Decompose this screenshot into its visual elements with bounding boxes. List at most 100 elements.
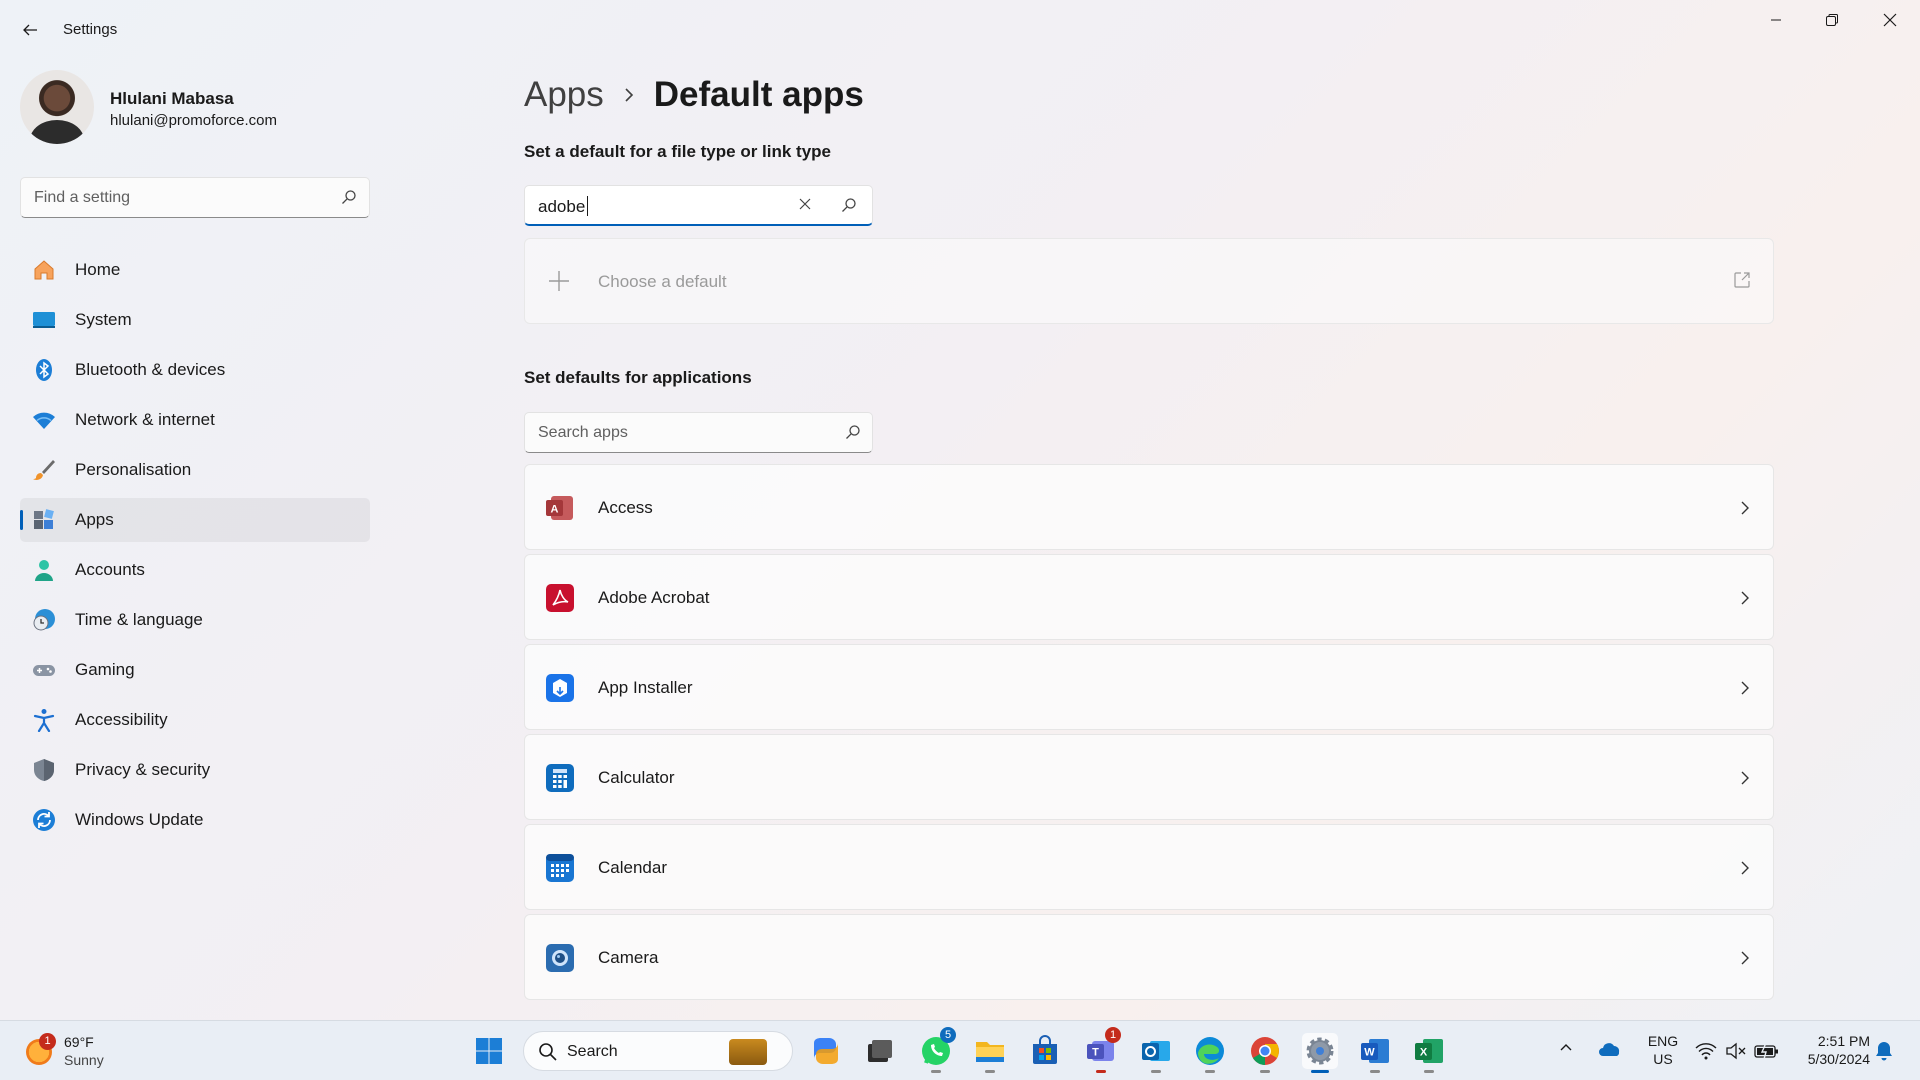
back-button[interactable]: [14, 16, 46, 44]
weather-temperature: 69°F: [64, 1034, 94, 1050]
minimize-button[interactable]: [1748, 0, 1804, 40]
store-icon: [1033, 1035, 1057, 1064]
app-list: A Access Adobe Acrobat App Installer Cal…: [524, 464, 1774, 1004]
sidebar-item-accessibility[interactable]: Accessibility: [20, 698, 370, 742]
window-title: Settings: [63, 21, 118, 38]
sidebar-item-accounts[interactable]: Accounts: [20, 548, 370, 592]
search-icon: [842, 198, 856, 212]
app-row-adobe-acrobat[interactable]: Adobe Acrobat: [524, 554, 1774, 640]
taskbar-edge[interactable]: [1192, 1033, 1228, 1073]
profile-name: Hlulani Mabasa: [110, 89, 234, 108]
taskbar-chrome[interactable]: [1247, 1033, 1283, 1073]
sidebar-item-label: Bluetooth & devices: [75, 360, 226, 379]
language-indicator[interactable]: ENG US: [1643, 1032, 1683, 1068]
sidebar-item-network[interactable]: Network & internet: [20, 398, 370, 442]
find-setting-input[interactable]: Find a setting: [20, 177, 370, 218]
briefcase-icon: [729, 1039, 767, 1065]
taskbar-store[interactable]: [1027, 1033, 1063, 1069]
app-row-label: Access: [598, 498, 653, 517]
taskbar-search[interactable]: Search: [523, 1031, 793, 1071]
taskbar-file-explorer[interactable]: [972, 1033, 1008, 1073]
calendar-icon: [546, 854, 574, 882]
app-row-label: Calculator: [598, 768, 675, 787]
open-external-icon: [1734, 272, 1750, 288]
sidebar-item-system[interactable]: System: [20, 298, 370, 342]
choose-default-label: Choose a default: [598, 272, 727, 291]
taskbar-teams[interactable]: T 1: [1083, 1027, 1121, 1073]
sidebar-item-apps[interactable]: Apps: [20, 498, 370, 542]
app-row-label: Calendar: [598, 858, 667, 877]
app-row-calculator[interactable]: Calculator: [524, 734, 1774, 820]
taskbar-outlook[interactable]: [1138, 1033, 1174, 1073]
close-icon: [1883, 13, 1897, 27]
taskbar-copilot[interactable]: [808, 1033, 844, 1069]
sidebar-item-label: Windows Update: [75, 810, 204, 829]
breadcrumb-parent[interactable]: Apps: [524, 75, 604, 115]
sidebar-item-label: System: [75, 310, 132, 329]
accessibility-icon: [33, 709, 55, 732]
app-row-access[interactable]: A Access: [524, 464, 1774, 550]
sidebar-item-bluetooth[interactable]: Bluetooth & devices: [20, 348, 370, 392]
filetype-search-value: adobe: [538, 196, 589, 217]
find-setting-placeholder: Find a setting: [34, 189, 131, 206]
user-profile[interactable]: Hlulani Mabasa hlulani@promoforce.com: [20, 70, 380, 146]
sidebar-item-personalisation[interactable]: Personalisation: [20, 448, 370, 492]
svg-text:T: T: [1092, 1047, 1099, 1059]
adobe-acrobat-icon: [546, 584, 574, 612]
choose-default-card[interactable]: Choose a default: [524, 238, 1774, 324]
sidebar-item-label: Accessibility: [75, 710, 168, 729]
restore-button[interactable]: [1804, 0, 1860, 40]
sidebar-item-label: Privacy & security: [75, 760, 211, 779]
sidebar-item-home[interactable]: Home: [20, 248, 370, 292]
search-apps-input[interactable]: Search apps: [524, 412, 873, 453]
taskbar-search-label: Search: [567, 1043, 618, 1060]
sidebar-item-time-language[interactable]: Time & language: [20, 598, 370, 642]
quick-settings-button[interactable]: [1692, 1041, 1792, 1063]
chevron-right-icon: [622, 86, 636, 104]
edge-icon: [1196, 1037, 1224, 1065]
notifications-button[interactable]: [1874, 1040, 1894, 1067]
sidebar-item-label: Personalisation: [75, 460, 192, 479]
filetype-search-input[interactable]: adobe: [524, 185, 873, 226]
app-row-calendar[interactable]: Calendar: [524, 824, 1774, 910]
taskbar-word[interactable]: W: [1357, 1033, 1393, 1073]
running-indicator: [1370, 1070, 1380, 1073]
taskbar-settings[interactable]: [1302, 1033, 1338, 1073]
chevron-right-icon: [1741, 861, 1749, 875]
running-indicator: [1096, 1070, 1106, 1073]
onedrive-button[interactable]: [1598, 1041, 1622, 1062]
search-icon: [539, 1043, 557, 1061]
sidebar-item-gaming[interactable]: Gaming: [20, 648, 370, 692]
chevron-right-icon: [1741, 501, 1749, 515]
sidebar-item-label: Network & internet: [75, 410, 215, 429]
running-indicator: [1424, 1070, 1434, 1073]
start-button[interactable]: [471, 1033, 507, 1069]
taskbar-excel[interactable]: X: [1411, 1033, 1447, 1073]
onedrive-icon: [1599, 1043, 1620, 1056]
running-indicator: [1260, 1070, 1270, 1073]
sidebar-item-windows-update[interactable]: Windows Update: [20, 798, 370, 842]
title-bar: Settings: [0, 0, 1920, 60]
weather-widget[interactable]: 1 69°F Sunny: [26, 1031, 166, 1071]
close-button[interactable]: [1862, 0, 1918, 40]
clock[interactable]: 2:51 PM 5/30/2024: [1790, 1032, 1870, 1068]
app-row-camera[interactable]: Camera: [524, 914, 1774, 1000]
show-hidden-icons-button[interactable]: [1558, 1039, 1574, 1060]
time-language-icon: [33, 609, 55, 631]
sidebar-item-label: Accounts: [75, 560, 145, 579]
back-arrow-icon: [23, 24, 37, 36]
app-row-label: App Installer: [598, 678, 693, 697]
folder-icon: [976, 1042, 1004, 1062]
taskbar-whatsapp[interactable]: 5: [918, 1027, 956, 1073]
avatar: [20, 70, 94, 144]
bell-icon: [1876, 1042, 1892, 1061]
clear-search-button[interactable]: [797, 196, 813, 217]
clock-time: 2:51 PM: [1817, 1033, 1870, 1049]
search-icon: [846, 425, 860, 439]
sidebar-item-privacy[interactable]: Privacy & security: [20, 748, 370, 792]
app-row-app-installer[interactable]: App Installer: [524, 644, 1774, 730]
chrome-icon: [1251, 1037, 1279, 1065]
weather-badge: 1: [39, 1033, 56, 1050]
taskbar-task-view[interactable]: [862, 1033, 898, 1069]
search-icon: [342, 190, 356, 204]
